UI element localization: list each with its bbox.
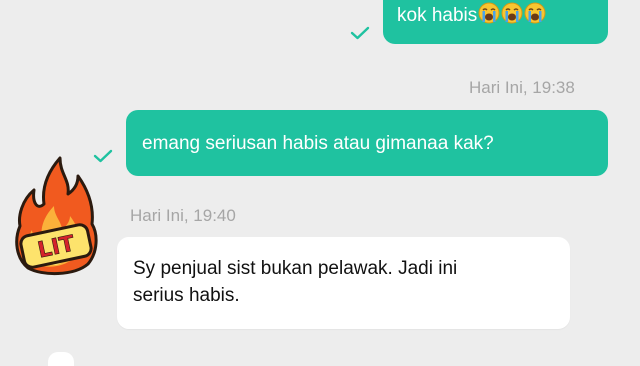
lit-fire-sticker[interactable]: LIT bbox=[8, 150, 104, 280]
message-timestamp: Hari Ini, 19:40 bbox=[130, 206, 236, 225]
message-text: emang seriusan habis atau gimanaa kak? bbox=[142, 133, 494, 154]
message-text-line: Sy penjual sist bukan pelawak. Jadi ini bbox=[133, 258, 458, 279]
next-bubble-edge bbox=[48, 352, 74, 366]
crying-face-icon bbox=[478, 2, 500, 24]
message-text-line: serius habis. bbox=[133, 285, 240, 306]
message-bubble-incoming[interactable]: Sy penjual sist bukan pelawak. Jadi ini … bbox=[117, 237, 570, 329]
message-text: kok habis bbox=[397, 5, 478, 26]
message-bubble-outgoing[interactable]: kok habis bbox=[383, 0, 608, 44]
chat-conversation: kok habis Hari Ini, 19:38 emang seriusan… bbox=[0, 0, 640, 366]
crying-face-icon bbox=[524, 2, 546, 24]
message-timestamp: Hari Ini, 19:38 bbox=[469, 78, 575, 97]
crying-face-icon bbox=[501, 2, 523, 24]
message-bubble-outgoing[interactable]: emang seriusan habis atau gimanaa kak? bbox=[126, 110, 608, 176]
check-icon bbox=[350, 26, 370, 40]
